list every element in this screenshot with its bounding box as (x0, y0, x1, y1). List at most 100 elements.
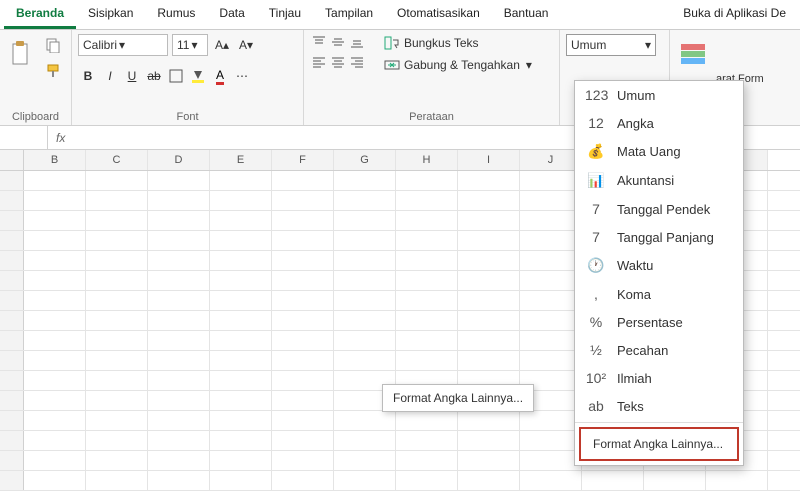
col-header-H[interactable]: H (396, 150, 458, 170)
align-bottom-button[interactable] (348, 34, 366, 50)
cell[interactable] (86, 251, 148, 271)
cell[interactable] (706, 471, 768, 491)
align-right-button[interactable] (348, 54, 366, 70)
align-center-button[interactable] (329, 54, 347, 70)
cell[interactable] (272, 191, 334, 211)
name-box[interactable] (0, 126, 48, 149)
format-option[interactable]: ,Koma (575, 280, 743, 308)
cell[interactable] (272, 471, 334, 491)
cell[interactable] (272, 271, 334, 291)
cell[interactable] (272, 211, 334, 231)
cell[interactable] (148, 371, 210, 391)
cell[interactable] (458, 471, 520, 491)
row-header[interactable] (0, 271, 24, 290)
cell[interactable] (334, 291, 396, 311)
cell[interactable] (86, 191, 148, 211)
fill-color-button[interactable] (188, 66, 208, 86)
cell[interactable] (86, 451, 148, 471)
cell[interactable] (210, 251, 272, 271)
cell[interactable] (396, 191, 458, 211)
col-header-E[interactable]: E (210, 150, 272, 170)
bold-button[interactable]: B (78, 66, 98, 86)
cell[interactable] (520, 231, 582, 251)
row-header[interactable] (0, 411, 24, 430)
cell[interactable] (24, 391, 86, 411)
wrap-text-button[interactable]: Bungkus Teks (380, 34, 536, 52)
cell[interactable] (396, 291, 458, 311)
copy-button[interactable] (41, 34, 65, 56)
format-option[interactable]: 123Umum (575, 81, 743, 109)
font-name-select[interactable]: Calibri▾ (78, 34, 168, 56)
cell[interactable] (458, 271, 520, 291)
cell[interactable] (148, 351, 210, 371)
format-option[interactable]: 🕐Waktu (575, 251, 743, 280)
cell[interactable] (272, 251, 334, 271)
cell[interactable] (24, 191, 86, 211)
cell[interactable] (148, 471, 210, 491)
cell[interactable] (24, 311, 86, 331)
cell[interactable] (458, 211, 520, 231)
row-header[interactable] (0, 251, 24, 270)
borders-button[interactable] (166, 66, 186, 86)
cell[interactable] (210, 351, 272, 371)
select-all-corner[interactable] (0, 150, 24, 170)
cell[interactable] (396, 231, 458, 251)
row-header[interactable] (0, 371, 24, 390)
row-header[interactable] (0, 291, 24, 310)
col-header-F[interactable]: F (272, 150, 334, 170)
font-color-button[interactable]: A (210, 66, 230, 86)
cell[interactable] (86, 411, 148, 431)
cell[interactable] (272, 391, 334, 411)
row-header[interactable] (0, 471, 24, 490)
cell[interactable] (148, 311, 210, 331)
cell[interactable] (86, 231, 148, 251)
cell[interactable] (396, 471, 458, 491)
italic-button[interactable]: I (100, 66, 120, 86)
row-header[interactable] (0, 331, 24, 350)
cell[interactable] (210, 391, 272, 411)
cell[interactable] (458, 431, 520, 451)
cell[interactable] (24, 351, 86, 371)
cell[interactable] (272, 291, 334, 311)
cell[interactable] (86, 271, 148, 291)
cell[interactable] (24, 431, 86, 451)
cell[interactable] (86, 351, 148, 371)
cell[interactable] (334, 431, 396, 451)
cell[interactable] (148, 451, 210, 471)
cell[interactable] (24, 411, 86, 431)
cell[interactable] (210, 231, 272, 251)
cell[interactable] (24, 371, 86, 391)
open-in-app-link[interactable]: Buka di Aplikasi De (673, 0, 796, 29)
cell[interactable] (86, 171, 148, 191)
cell[interactable] (24, 451, 86, 471)
tab-sisipkan[interactable]: Sisipkan (76, 0, 145, 29)
align-left-button[interactable] (310, 54, 328, 70)
cell[interactable] (148, 231, 210, 251)
cell[interactable] (210, 171, 272, 191)
cell[interactable] (210, 471, 272, 491)
cell[interactable] (396, 431, 458, 451)
increase-font-button[interactable]: A▴ (212, 35, 232, 55)
cell[interactable] (334, 411, 396, 431)
col-header-G[interactable]: G (334, 150, 396, 170)
row-header[interactable] (0, 211, 24, 230)
cell[interactable] (334, 211, 396, 231)
cell[interactable] (86, 391, 148, 411)
tab-tinjau[interactable]: Tinjau (257, 0, 313, 29)
row-header[interactable] (0, 191, 24, 210)
cell[interactable] (210, 331, 272, 351)
format-option[interactable]: 💰Mata Uang (575, 137, 743, 166)
cell[interactable] (148, 391, 210, 411)
cell[interactable] (644, 471, 706, 491)
cell[interactable] (396, 211, 458, 231)
cell[interactable] (210, 311, 272, 331)
cell[interactable] (86, 331, 148, 351)
cell[interactable] (458, 291, 520, 311)
cell[interactable] (520, 291, 582, 311)
cell[interactable] (520, 171, 582, 191)
cell[interactable] (396, 251, 458, 271)
align-middle-button[interactable] (329, 34, 347, 50)
cell[interactable] (458, 191, 520, 211)
cell[interactable] (24, 331, 86, 351)
col-header-B[interactable]: B (24, 150, 86, 170)
